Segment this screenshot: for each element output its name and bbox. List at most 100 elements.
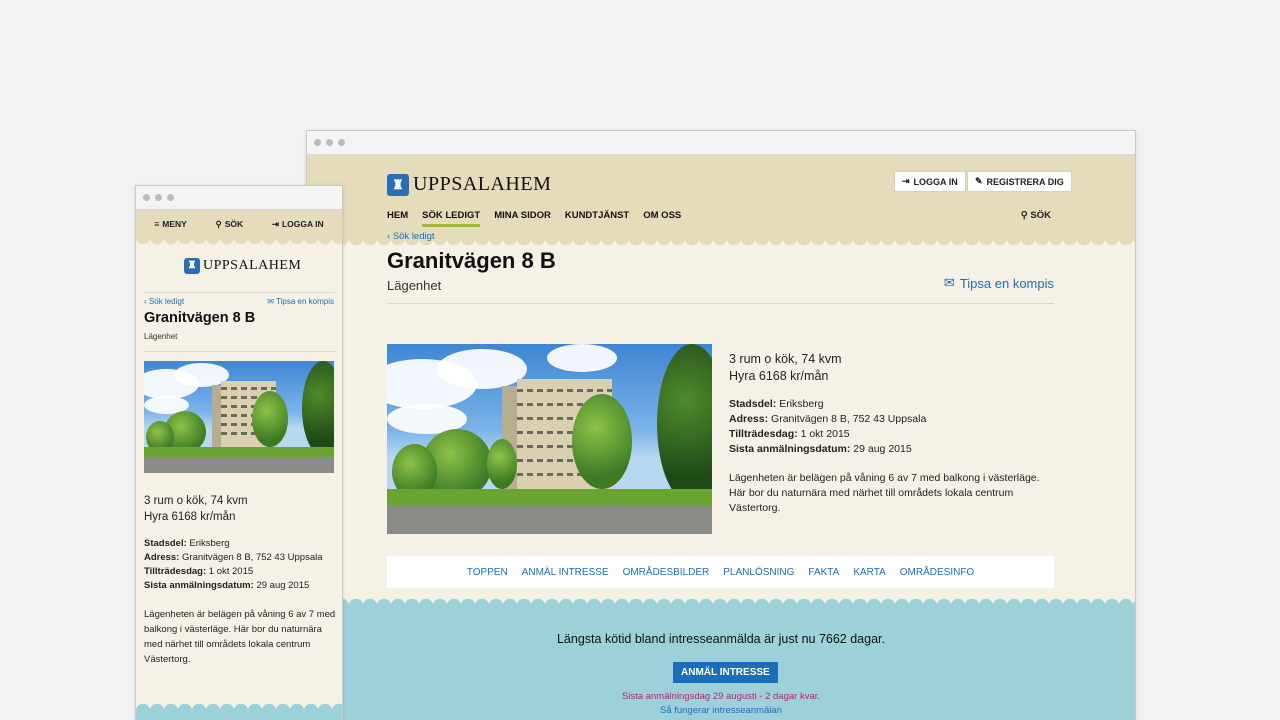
tab-omradesbilder[interactable]: OMRÅDESBILDER bbox=[623, 567, 710, 578]
menu-button[interactable]: ≡ MENY bbox=[154, 219, 187, 229]
envelope-icon: ✉ bbox=[943, 275, 955, 290]
nav-item-mina-sidor[interactable]: MINA SIDOR bbox=[494, 210, 551, 227]
login-label: LOGGA IN bbox=[281, 219, 324, 229]
listing-main: ‹ Sök ledigt Granitvägen 8 B Lägenhet ✉ … bbox=[387, 231, 1054, 588]
desktop-browser-window: ♜ UPPSALAHEM ⇥ LOGGA IN ✎ REGISTRERA DIG… bbox=[306, 130, 1136, 720]
search-label: SÖK bbox=[224, 219, 244, 229]
lion-shield-icon: ♜ bbox=[184, 258, 200, 274]
header-scallop-edge bbox=[136, 237, 342, 247]
facts-list: Stadsdel: Eriksberg Adress: Granitvägen … bbox=[729, 397, 1059, 457]
apply-interest-button[interactable]: ANMÄL INTRESSE bbox=[673, 662, 778, 683]
queue-time-text: Längsta kötid bland intresseanmälda är j… bbox=[556, 632, 885, 646]
page-subtitle: Lägenhet bbox=[144, 332, 178, 341]
back-link-label: Sök ledigt bbox=[392, 231, 435, 242]
tab-planlosning[interactable]: PLANLÖSNING bbox=[723, 567, 794, 578]
fact-row: Sista anmälningsdatum: 29 aug 2015 bbox=[144, 579, 340, 593]
desktop-window-titlebar bbox=[307, 131, 1135, 155]
mobile-browser-window: ≡ MENY ⚲ SÖK ⇥ LOGGA IN ♜ UPPSALAHEM ‹ S… bbox=[135, 185, 343, 720]
mobile-login-button[interactable]: ⇥ LOGGA IN bbox=[272, 219, 324, 230]
tip-friend-label: Tipsa en kompis bbox=[959, 275, 1054, 291]
fact-value: 29 aug 2015 bbox=[853, 443, 912, 455]
mobile-search-button[interactable]: ⚲ SÖK bbox=[216, 219, 244, 230]
tab-fakta[interactable]: FAKTA bbox=[808, 567, 839, 578]
tip-friend-label: Tipsa en kompis bbox=[276, 297, 334, 306]
listing-description: Lägenheten är belägen på våning 6 av 7 m… bbox=[729, 472, 1040, 514]
nav-item-kundtjanst[interactable]: KUNDTJÄNST bbox=[565, 210, 629, 227]
nav-item-hem[interactable]: HEM bbox=[387, 210, 408, 227]
window-dot bbox=[143, 194, 150, 201]
rent: Hyra 6168 kr/mån bbox=[144, 511, 236, 523]
fact-row: Tillträdesdag: 1 okt 2015 bbox=[144, 565, 340, 579]
back-link[interactable]: ‹ Sök ledigt bbox=[387, 231, 1054, 242]
menu-icon: ≡ bbox=[154, 219, 160, 229]
register-button[interactable]: ✎ REGISTRERA DIG bbox=[967, 171, 1072, 192]
fact-value: Eriksberg bbox=[189, 538, 230, 549]
band-scallop-edge bbox=[136, 701, 342, 711]
fact-row: Sista anmälningsdatum: 29 aug 2015 bbox=[729, 442, 1059, 457]
chevron-left-icon: ‹ bbox=[144, 297, 147, 306]
section-tabs: TOPPEN ANMÄL INTRESSE OMRÅDESBILDER PLAN… bbox=[387, 556, 1054, 588]
building-photo[interactable] bbox=[387, 344, 712, 534]
site-header: ♜ UPPSALAHEM ⇥ LOGGA IN ✎ REGISTRERA DIG… bbox=[307, 155, 1135, 248]
window-dot bbox=[338, 139, 345, 146]
listing-info: 3 rum o kök, 74 kvm Hyra 6168 kr/mån Sta… bbox=[729, 351, 1059, 516]
rent: Hyra 6168 kr/mån bbox=[729, 369, 829, 383]
fact-row: Adress: Granitvägen 8 B, 752 43 Uppsala bbox=[729, 412, 1059, 427]
how-it-works-link[interactable]: Så fungerar intresseanmälan bbox=[307, 705, 1135, 716]
page-title: Granitvägen 8 B bbox=[144, 310, 256, 326]
listing-info: 3 rum o kök, 74 kvm Hyra 6168 kr/mån Sta… bbox=[144, 493, 340, 667]
divider bbox=[143, 292, 335, 293]
nav-item-om-oss[interactable]: OM OSS bbox=[643, 210, 681, 227]
fact-label: Tillträdesdag: bbox=[144, 566, 207, 577]
fact-value: 29 aug 2015 bbox=[256, 580, 310, 591]
fact-label: Stadsdel: bbox=[144, 538, 187, 549]
login-icon: ⇥ bbox=[271, 218, 279, 229]
fact-row: Stadsdel: Eriksberg bbox=[729, 397, 1059, 412]
fact-value: 1 okt 2015 bbox=[800, 428, 850, 440]
tab-anmal-intresse[interactable]: ANMÄL INTRESSE bbox=[522, 567, 609, 578]
divider bbox=[387, 303, 1054, 304]
building-photo[interactable] bbox=[144, 361, 334, 473]
deadline-text: Sista anmälningsdag 29 augusti - 2 dagar… bbox=[621, 691, 821, 702]
tip-friend-link[interactable]: ✉ Tipsa en kompis bbox=[267, 297, 334, 306]
fact-label: Adress: bbox=[144, 552, 180, 563]
facts-list: Stadsdel: Eriksberg Adress: Granitvägen … bbox=[144, 537, 340, 593]
mobile-header: ≡ MENY ⚲ SÖK ⇥ LOGGA IN bbox=[136, 210, 342, 247]
login-button[interactable]: ⇥ LOGGA IN bbox=[894, 171, 966, 192]
tab-karta[interactable]: KARTA bbox=[853, 567, 885, 578]
fact-label: Sista anmälningsdatum: bbox=[729, 443, 851, 455]
lion-shield-icon: ♜ bbox=[387, 173, 409, 196]
window-dot bbox=[167, 194, 174, 201]
site-logo[interactable]: ♜ UPPSALAHEM bbox=[387, 173, 551, 196]
login-icon: ⇥ bbox=[902, 176, 910, 186]
fact-row: Adress: Granitvägen 8 B, 752 43 Uppsala bbox=[144, 551, 340, 565]
menu-label: MENY bbox=[162, 219, 187, 229]
interest-band: Längsta kötid bland intresseanmälda är j… bbox=[307, 596, 1135, 720]
back-link[interactable]: ‹ Sök ledigt bbox=[144, 297, 184, 306]
window-dot bbox=[326, 139, 333, 146]
page-title: Granitvägen 8 B bbox=[387, 248, 556, 273]
tab-toppen[interactable]: TOPPEN bbox=[467, 567, 508, 578]
logo-text: UPPSALAHEM bbox=[413, 173, 552, 195]
tab-omradesinfo[interactable]: OMRÅDESINFO bbox=[900, 567, 974, 578]
nav-item-sok-ledigt[interactable]: SÖK LEDIGT bbox=[422, 210, 481, 227]
band-scallop-edge bbox=[307, 596, 1135, 606]
divider bbox=[143, 351, 335, 352]
window-dot bbox=[314, 139, 321, 146]
fact-value: Granitvägen 8 B, 752 43 Uppsala bbox=[182, 552, 323, 563]
window-dot bbox=[155, 194, 162, 201]
fact-label: Sista anmälningsdatum: bbox=[144, 580, 254, 591]
envelope-icon: ✉ bbox=[267, 297, 274, 306]
tip-friend-link[interactable]: ✉ Tipsa en kompis bbox=[944, 275, 1054, 291]
logo-text: UPPSALAHEM bbox=[203, 258, 302, 273]
fact-row: Stadsdel: Eriksberg bbox=[144, 537, 340, 551]
pencil-icon: ✎ bbox=[975, 176, 983, 186]
header-search[interactable]: ⚲ SÖK bbox=[1021, 210, 1051, 221]
fact-row: Tillträdesdag: 1 okt 2015 bbox=[729, 427, 1059, 442]
interest-band bbox=[136, 701, 342, 720]
login-label: LOGGA IN bbox=[913, 176, 958, 187]
search-label: SÖK bbox=[1030, 210, 1051, 221]
rooms-size: 3 rum o kök, 74 kvm bbox=[729, 352, 842, 366]
search-icon: ⚲ bbox=[215, 218, 222, 229]
site-logo[interactable]: ♜ UPPSALAHEM bbox=[184, 258, 301, 274]
